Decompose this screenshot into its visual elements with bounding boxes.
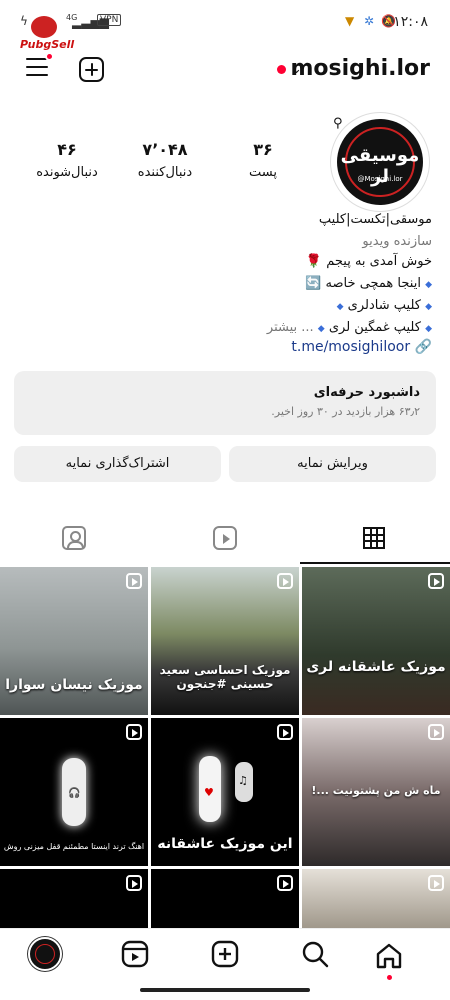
reel-icon	[277, 573, 293, 589]
diamond-icon: ◆	[425, 280, 432, 290]
reel-icon	[126, 875, 142, 891]
username-title[interactable]: mosighi.lor	[291, 56, 431, 81]
vpn-badge: VPN	[97, 14, 122, 26]
post-thumbnail[interactable]: ماه ش من پشتونیت ...!	[302, 718, 450, 866]
settings-notification-icon: ✲	[364, 14, 375, 28]
reel-icon	[277, 724, 293, 740]
reels-icon	[213, 526, 237, 550]
notification-dot	[45, 52, 54, 61]
grid-icon	[363, 527, 385, 549]
bio-link[interactable]: t.me/mosighiloor 🔗	[291, 339, 432, 355]
diamond-icon: ◆	[425, 302, 432, 312]
share-profile-button[interactable]: اشتراک‌گذاری نمایه	[14, 446, 221, 482]
reel-icon	[277, 875, 293, 891]
app-notification-icon: ▼	[345, 14, 355, 28]
gesture-bar	[140, 988, 310, 992]
status-time: ۱۲:۰۸	[393, 14, 428, 30]
reels-icon[interactable]	[120, 939, 152, 971]
home-icon[interactable]	[374, 941, 406, 980]
post-thumbnail[interactable]: موزیک نیسان سوارا	[0, 567, 148, 715]
post-thumbnail[interactable]: موزیک عاشقانه لری	[302, 567, 450, 715]
stat-posts[interactable]: ۳۶ پست	[218, 140, 308, 180]
overlay-logo-icon	[31, 16, 57, 38]
tab-grid[interactable]	[300, 518, 450, 564]
reel-icon	[126, 724, 142, 740]
post-thumbnail[interactable]: ♥ ♫ این موزیک عاشقانه	[151, 718, 299, 866]
post-thumbnail[interactable]	[0, 869, 148, 928]
bio-line: ◆ اینجا همچی خاصه 🔄	[305, 276, 432, 291]
flash-icon: ϟ	[20, 14, 28, 28]
post-thumbnail[interactable]	[302, 869, 450, 928]
bio-line: خوش آمدی به پیجم 🌹	[305, 254, 432, 269]
reel-icon	[428, 724, 444, 740]
overlay-brand-text: PubgSell	[20, 38, 75, 51]
stat-following[interactable]: ۴۶ دنبال‌شونده	[22, 140, 112, 180]
edit-profile-button[interactable]: ویرایش نمایه	[229, 446, 436, 482]
profile-name: موسقی|تکست|کلیپ	[318, 212, 432, 227]
profile-avatar-icon[interactable]	[28, 937, 62, 971]
search-icon[interactable]	[300, 939, 332, 971]
tab-tagged[interactable]	[0, 518, 150, 564]
reel-icon	[428, 573, 444, 589]
link-icon: 🔗	[414, 339, 432, 355]
headphones-slider-graphic: 🎧	[62, 758, 86, 826]
music-slider-graphic: ♫	[235, 762, 253, 802]
reel-icon	[428, 875, 444, 891]
tagged-icon	[62, 526, 86, 550]
profile-category: سازنده ویدیو	[362, 234, 432, 249]
live-dot	[277, 65, 286, 74]
post-thumbnail[interactable]: 🎧 اهنگ ترند اینستا مطمئنم قفل میزنی روش	[0, 718, 148, 866]
profile-avatar[interactable]: موسیقی لر @Mosighi.lor	[330, 112, 430, 212]
bio-line: ◆ کلیپ شادلری ◆	[336, 298, 432, 313]
heart-slider-graphic: ♥	[199, 756, 221, 822]
bio-more-link[interactable]: ... بیشتر	[267, 320, 314, 335]
bio-line: ◆ کلیپ غمگین لری ◆ ... بیشتر	[266, 320, 432, 335]
stat-followers[interactable]: ۷٬۰۴۸ دنبال‌کننده	[120, 140, 210, 180]
search-icon[interactable]: ⚲	[333, 116, 343, 131]
reel-icon	[126, 573, 142, 589]
post-thumbnail[interactable]: موزیک احساسی سعید حسینی #جنجون	[151, 567, 299, 715]
create-post-button[interactable]	[79, 57, 104, 82]
tab-reels[interactable]	[150, 518, 300, 564]
profile-screen: { "status_bar": {"time": "۱۲:۰۸", "netwo…	[0, 0, 450, 1000]
notification-dot	[387, 975, 392, 980]
menu-icon[interactable]	[26, 52, 54, 78]
professional-dashboard[interactable]: داشبورد حرفه‌ای ۶۳٫۲ هزار بازدید در ۳۰ ر…	[14, 371, 436, 435]
post-thumbnail[interactable]	[151, 869, 299, 928]
avatar-handle: @Mosighi.lor	[357, 175, 403, 183]
diamond-icon: ◆	[425, 324, 432, 334]
create-icon[interactable]	[210, 939, 242, 971]
